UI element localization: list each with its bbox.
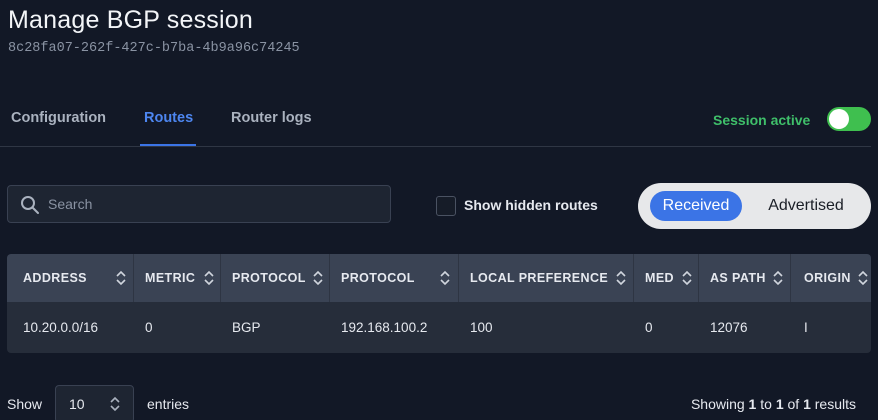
column-divider: [458, 254, 459, 302]
tab-bar: Configuration Routes Router logs Session…: [0, 102, 871, 147]
sort-icon[interactable]: [616, 270, 626, 286]
tab-routes[interactable]: Routes: [144, 110, 193, 126]
search-icon: [21, 196, 39, 214]
tab-router-logs[interactable]: Router logs: [231, 110, 312, 126]
cell-as-path: 12076: [710, 320, 748, 335]
column-label: METRIC: [145, 271, 196, 285]
tab-configuration[interactable]: Configuration: [11, 110, 106, 126]
cell-protocol: BGP: [232, 320, 261, 335]
column-label: PROTOCOL: [341, 271, 415, 285]
results-prefix: Showing: [690, 396, 745, 412]
column-divider: [698, 254, 699, 302]
sort-icon[interactable]: [204, 270, 214, 286]
page-title: Manage BGP session: [8, 6, 253, 34]
column-header-med[interactable]: MED: [645, 254, 674, 302]
cell-med: 0: [645, 320, 653, 335]
table-row: 10.20.0.0/16 0 BGP 192.168.100.2 100 0 1…: [7, 302, 871, 353]
active-tab-indicator: [140, 144, 196, 146]
table-header: ADDRESS METRIC PROTOCOL PROTOCOL LOCAL P…: [7, 254, 871, 302]
sort-icon[interactable]: [440, 270, 450, 286]
chevron-updown-icon: [110, 396, 120, 412]
results-to: 1: [775, 396, 784, 412]
column-divider: [790, 254, 791, 302]
cell-metric: 0: [145, 320, 153, 335]
column-header-address[interactable]: ADDRESS: [23, 254, 87, 302]
column-header-local-preference[interactable]: LOCAL PREFERENCE: [470, 254, 608, 302]
column-header-as-path[interactable]: AS PATH: [710, 254, 766, 302]
column-label: MED: [645, 271, 674, 285]
column-label: LOCAL PREFERENCE: [470, 271, 609, 285]
column-label: PROTOCOL: [232, 271, 306, 285]
cell-local-preference: 100: [470, 320, 493, 335]
column-divider: [133, 254, 134, 302]
sort-icon[interactable]: [313, 270, 323, 286]
sort-icon[interactable]: [773, 270, 783, 286]
cell-protocol-address: 192.168.100.2: [341, 320, 428, 335]
show-label: Show: [7, 396, 43, 412]
column-divider: [633, 254, 634, 302]
sort-icon[interactable]: [858, 270, 868, 286]
results-from: 1: [748, 396, 757, 412]
advertised-button[interactable]: Advertised: [756, 191, 856, 221]
column-label: ADDRESS: [23, 271, 87, 285]
search-box: [7, 185, 391, 223]
toggle-knob: [829, 109, 849, 129]
cell-address: 10.20.0.0/16: [23, 320, 99, 335]
cell-origin: I: [804, 320, 808, 335]
column-divider: [220, 254, 221, 302]
show-hidden-routes-label: Show hidden routes: [464, 197, 598, 213]
route-direction-toggle: Received Advertised: [638, 183, 871, 229]
column-label: AS PATH: [710, 271, 766, 285]
routes-table: ADDRESS METRIC PROTOCOL PROTOCOL LOCAL P…: [7, 254, 871, 353]
session-id: 8c28fa07-262f-427c-b7ba-4b9a96c74245: [8, 41, 300, 56]
column-header-protocol-address[interactable]: PROTOCOL: [341, 254, 415, 302]
results-summary: Showing 1 to 1 of 1 results: [691, 396, 856, 412]
page-size-value: 10: [69, 396, 85, 412]
search-input[interactable]: [48, 186, 384, 222]
sort-icon[interactable]: [682, 270, 692, 286]
page-size-select[interactable]: 10: [55, 385, 134, 420]
bgp-session-page: Manage BGP session 8c28fa07-262f-427c-b7…: [0, 0, 878, 420]
column-header-protocol[interactable]: PROTOCOL: [232, 254, 306, 302]
column-header-metric[interactable]: METRIC: [145, 254, 195, 302]
results-of-label: of: [787, 396, 800, 412]
results-suffix: results: [814, 396, 856, 412]
column-label: ORIGIN: [804, 271, 851, 285]
session-status-label: Session active: [713, 112, 811, 128]
results-to-label: to: [760, 396, 772, 412]
entries-label: entries: [147, 396, 190, 412]
sort-icon[interactable]: [116, 270, 126, 286]
results-total: 1: [803, 396, 811, 412]
session-toggle[interactable]: [827, 107, 871, 131]
show-hidden-routes-checkbox[interactable]: [436, 196, 456, 216]
column-divider: [329, 254, 330, 302]
received-button[interactable]: Received: [650, 191, 742, 221]
column-header-origin[interactable]: ORIGIN: [804, 254, 851, 302]
